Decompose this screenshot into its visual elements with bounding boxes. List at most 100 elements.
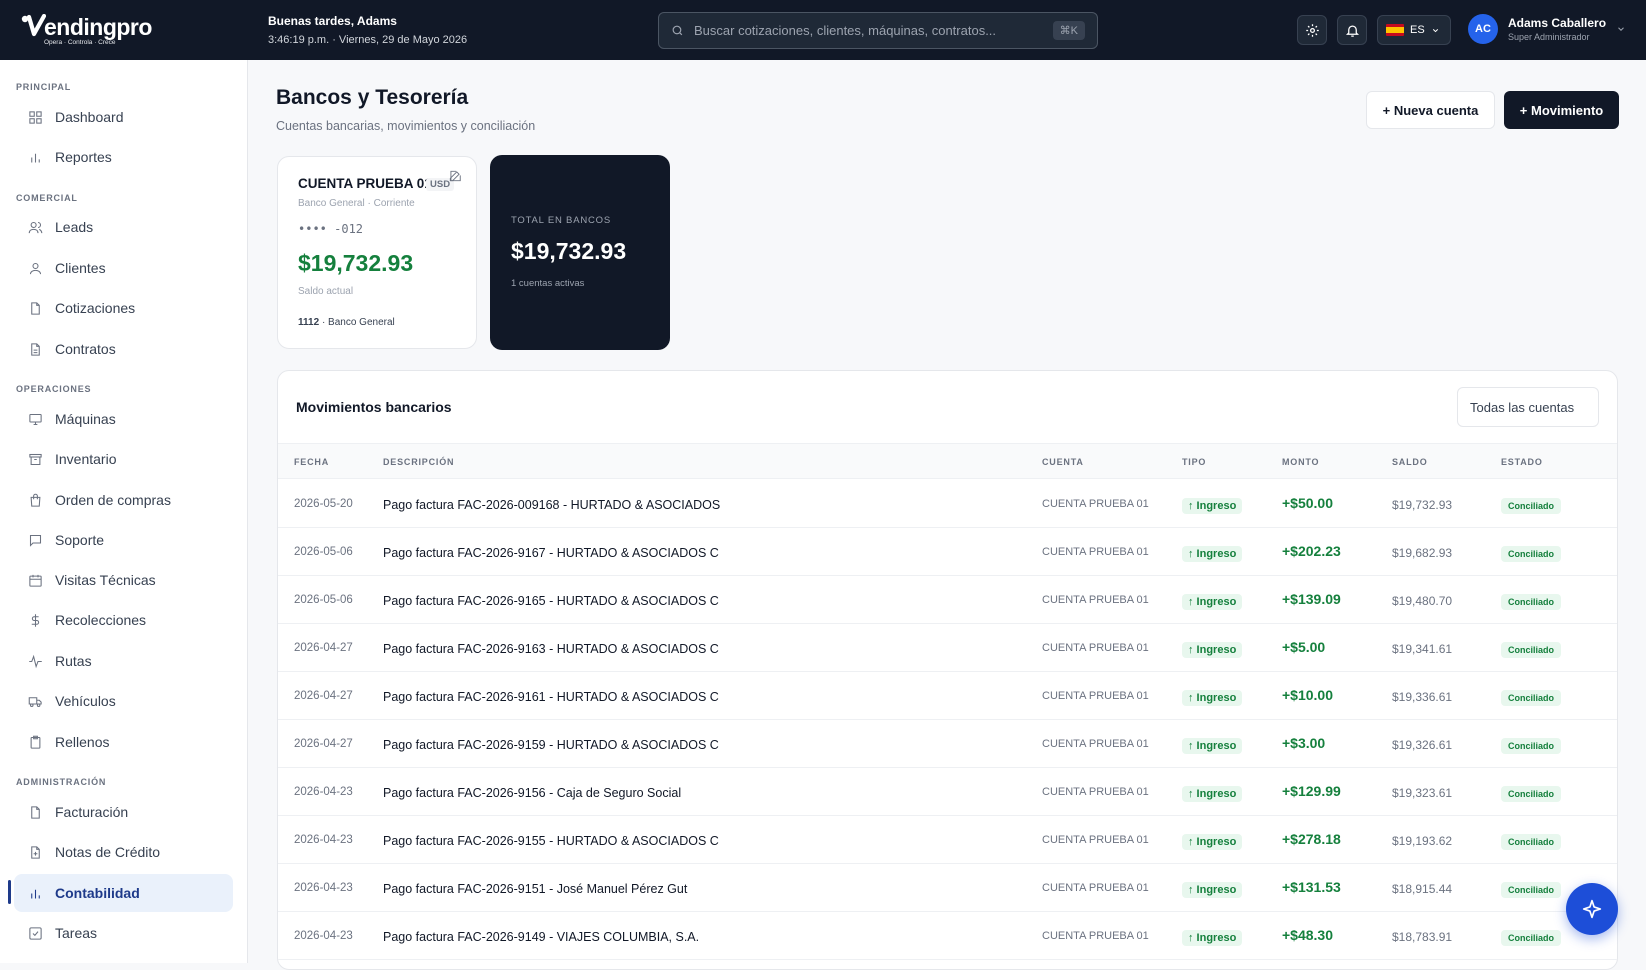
movement-amount: +$139.09 — [1282, 591, 1341, 607]
sidebar-item-cotizaciones[interactable]: Cotizaciones — [14, 289, 233, 327]
greeting-text: Buenas tardes, Adams — [268, 14, 397, 28]
sidebar-item-facturacion[interactable]: Facturación — [14, 793, 233, 831]
global-search[interactable]: ⌘K — [658, 12, 1098, 49]
column-header-cuenta[interactable]: CUENTA — [1042, 457, 1084, 467]
sidebar-item-label: Recolecciones — [55, 612, 147, 628]
movement-balance: $19,480.70 — [1392, 594, 1453, 608]
chevron-down-icon — [1432, 28, 1438, 32]
sidebar-item-clientes[interactable]: Clientes — [14, 249, 233, 287]
movement-date: 2026-04-27 — [294, 642, 353, 654]
table-row[interactable]: 2026-04-27 Pago factura FAC-2026-9163 - H… — [278, 624, 1617, 672]
sidebar-item-label: Leads — [55, 219, 94, 235]
sidebar-item-rellenos[interactable]: Rellenos — [14, 723, 233, 761]
movement-balance: $19,326.61 — [1392, 738, 1453, 752]
movement-amount: +$129.99 — [1282, 783, 1341, 799]
table-row[interactable]: 2026-05-06 Pago factura FAC-2026-9167 - H… — [278, 528, 1617, 576]
movement-description: Pago factura FAC-2026-009168 - HURTADO &… — [383, 498, 721, 512]
table-row[interactable]: 2026-05-06 Pago factura FAC-2026-9165 - H… — [278, 576, 1617, 624]
table-row[interactable]: 2026-04-27 Pago factura FAC-2026-9159 - H… — [278, 720, 1617, 768]
file-icon — [31, 805, 40, 819]
movement-description: Pago factura FAC-2026-9155 - HURTADO & A… — [383, 834, 719, 848]
column-header-monto[interactable]: MONTO — [1282, 457, 1319, 467]
table-row[interactable]: 2026-05-20 Pago factura FAC-2026-009168 -… — [278, 480, 1617, 528]
column-header-descripcion[interactable]: DESCRIPCIÓN — [383, 457, 454, 467]
table-row[interactable]: 2026-04-23 Pago factura FAC-2026-9151 - J… — [278, 864, 1617, 912]
column-header-estado[interactable]: ESTADO — [1501, 457, 1543, 467]
movement-date: 2026-05-06 — [294, 546, 353, 558]
sidebar-item-leads[interactable]: Leads — [14, 208, 233, 246]
ai-assistant-button[interactable] — [1566, 883, 1618, 935]
status-badge: Conciliado — [1501, 834, 1562, 850]
logo-tagline: Opera · Controla · Crece — [44, 39, 116, 46]
table-row[interactable]: 2026-04-23 Pago factura FAC-2026-9155 - H… — [278, 816, 1617, 864]
movement-date: 2026-04-23 — [294, 930, 353, 942]
page-subtitle: Cuentas bancarias, movimientos y concili… — [276, 119, 536, 133]
sidebar-item-inventario[interactable]: Inventario — [14, 440, 233, 478]
sidebar-item-dashboard[interactable]: Dashboard — [14, 98, 233, 136]
new-account-button[interactable]: + Nueva cuenta — [1366, 91, 1495, 129]
sidebar-item-contabilidad[interactable]: Contabilidad — [14, 874, 233, 912]
settings-button[interactable] — [1297, 15, 1327, 45]
bank-account-card[interactable]: CUENTA PRUEBA 01 USD Banco General · Cor… — [277, 156, 477, 349]
table-row[interactable]: 2026-04-23 Pago factura FAC-2026-9156 - C… — [278, 768, 1617, 816]
search-input[interactable] — [694, 23, 1053, 38]
movement-date: 2026-04-23 — [294, 882, 353, 894]
sidebar-item-notas-de-credito[interactable]: Notas de Crédito — [14, 833, 233, 871]
sidebar-item-label: Tareas — [55, 925, 98, 941]
movement-description: Pago factura FAC-2026-9161 - HURTADO & A… — [383, 690, 719, 704]
movement-account: CUENTA PRUEBA 01 — [1042, 498, 1149, 510]
sidebar-item-label: Orden de compras — [55, 492, 171, 508]
movement-amount: +$3.00 — [1282, 735, 1326, 751]
movement-type-badge: ↑ Ingreso — [1182, 594, 1243, 610]
table-row[interactable]: 2026-04-23 Pago factura FAC-2026-9149 - V… — [278, 912, 1617, 960]
movement-description: Pago factura FAC-2026-9159 - HURTADO & A… — [383, 738, 719, 752]
table-header: FECHA DESCRIPCIÓN CUENTA TIPO MONTO SALD… — [278, 443, 1617, 479]
movement-balance: $19,682.93 — [1392, 546, 1453, 560]
sidebar-item-recolecciones[interactable]: Recolecciones — [14, 601, 233, 639]
sidebar-item-soporte[interactable]: Soporte — [14, 521, 233, 559]
account-balance: $19,732.93 — [298, 250, 414, 276]
column-header-tipo[interactable]: TIPO — [1182, 457, 1206, 467]
sidebar-item-label: Inventario — [55, 451, 117, 467]
table-row[interactable]: 2026-04-27 Pago factura FAC-2026-9161 - H… — [278, 672, 1617, 720]
user-info: Adams Caballero Super Administrador — [1508, 16, 1606, 42]
status-badge: Conciliado — [1501, 786, 1562, 802]
sidebar-item-tareas[interactable]: Tareas — [14, 914, 233, 952]
movement-amount: +$202.23 — [1282, 543, 1341, 559]
users-icon — [28, 221, 43, 233]
movement-balance: $19,732.93 — [1392, 498, 1453, 512]
dollar-icon — [31, 613, 40, 627]
movement-account: CUENTA PRUEBA 01 — [1042, 546, 1149, 558]
notifications-button[interactable] — [1337, 15, 1367, 45]
movement-date: 2026-04-23 — [294, 786, 353, 798]
sidebar-item-maquinas[interactable]: Máquinas — [14, 400, 233, 438]
app-logo[interactable]: endingpro Opera · Controla · Crece — [20, 12, 160, 48]
sidebar-item-label: Cotizaciones — [55, 300, 136, 316]
sidebar-item-label: Rellenos — [55, 734, 110, 750]
active-accounts-count: 1 cuentas activas — [511, 278, 585, 289]
page-title: Bancos y Tesorería — [276, 86, 469, 109]
sidebar-item-orden-de-compras[interactable]: Orden de compras — [14, 481, 233, 519]
sidebar-item-visitas-tecnicas[interactable]: Visitas Técnicas — [14, 561, 233, 599]
movement-balance: $18,783.91 — [1392, 930, 1453, 944]
user-menu[interactable]: AC Adams Caballero Super Administrador — [1468, 14, 1626, 44]
truck-icon — [28, 696, 42, 707]
account-filter-select[interactable]: Todas las cuentas — [1457, 387, 1599, 427]
movement-description: Pago factura FAC-2026-9156 - Caja de Seg… — [383, 786, 682, 800]
logo-mark-icon — [21, 14, 46, 37]
edit-icon[interactable] — [448, 169, 462, 183]
column-header-saldo[interactable]: SALDO — [1392, 457, 1428, 467]
language-selector[interactable]: ES — [1377, 15, 1451, 45]
column-header-fecha[interactable]: FECHA — [294, 457, 329, 467]
sidebar-item-contratos[interactable]: Contratos — [14, 330, 233, 368]
file-text-icon — [31, 342, 40, 356]
sidebar-item-vehiculos[interactable]: Vehículos — [14, 682, 233, 720]
movement-date: 2026-05-20 — [294, 498, 353, 510]
movement-account: CUENTA PRUEBA 01 — [1042, 786, 1149, 798]
bar-chart-icon — [31, 889, 40, 898]
sidebar-item-label: Máquinas — [55, 411, 116, 427]
movement-amount: +$131.53 — [1282, 879, 1341, 895]
sidebar-item-rutas[interactable]: Rutas — [14, 642, 233, 680]
new-movement-button[interactable]: + Movimiento — [1504, 91, 1619, 129]
sidebar-item-reportes[interactable]: Reportes — [14, 138, 233, 176]
